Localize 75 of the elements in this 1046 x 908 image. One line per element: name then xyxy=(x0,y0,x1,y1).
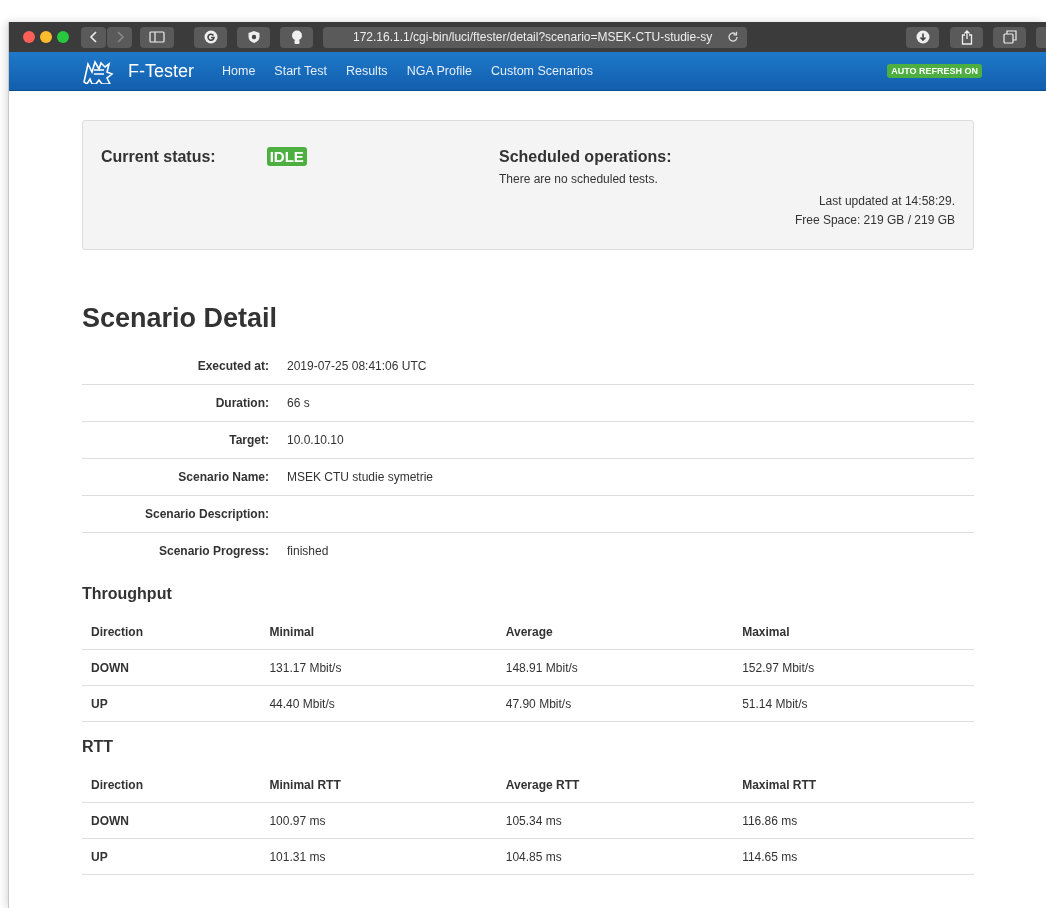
table-cell: 101.31 ms xyxy=(269,849,326,864)
status-badge: IDLE xyxy=(266,147,307,166)
column-header: Maximal RTT xyxy=(742,777,817,792)
table-cell: 51.14 Mbit/s xyxy=(742,696,808,711)
status-label: Current status: xyxy=(101,148,216,166)
column-header: Direction xyxy=(91,624,143,639)
nav-link[interactable]: NGA Profile xyxy=(406,64,472,78)
detail-label: Duration: xyxy=(214,396,269,410)
close-icon[interactable] xyxy=(23,31,35,43)
column-header: Average xyxy=(505,624,553,639)
detail-label: Target: xyxy=(228,433,269,447)
free-space-text: Free Space: 219 GB / 219 GB xyxy=(794,213,955,227)
address-bar[interactable]: 172.16.1.1/cgi-bin/luci/ftester/detail?scenario=MSEK-CTU-studie-sy xyxy=(323,26,747,48)
minimize-icon[interactable] xyxy=(40,31,52,43)
section-title: Throughput xyxy=(82,585,173,603)
detail-label: Scenario Description: xyxy=(143,507,269,521)
zoom-icon[interactable] xyxy=(57,31,69,43)
sidebar-icon xyxy=(149,31,165,43)
lightbulb-icon xyxy=(290,29,303,45)
table-cell: 47.90 Mbit/s xyxy=(505,696,572,711)
download-icon xyxy=(915,30,930,44)
back-button[interactable] xyxy=(81,26,106,48)
detail-value: finished xyxy=(287,544,329,558)
column-header: Maximal xyxy=(742,624,790,639)
detail-value: 10.0.10.10 xyxy=(287,433,344,447)
extension-button[interactable] xyxy=(280,26,313,48)
section-title: RTT xyxy=(82,738,115,756)
auto-refresh-badge: AUTO REFRESH ON xyxy=(887,64,982,78)
detail-value: MSEK CTU studie symetrie xyxy=(287,470,434,484)
detail-label: Scenario Progress: xyxy=(157,544,269,558)
reload-icon[interactable] xyxy=(727,31,739,43)
table-cell: 105.34 ms xyxy=(505,813,562,828)
table-cell: UP xyxy=(91,849,108,864)
nav-link[interactable]: Custom Scenarios xyxy=(490,64,594,78)
scheduled-title: Scheduled operations: xyxy=(499,148,673,166)
detail-value: 2019-07-25 08:41:06 UTC xyxy=(287,359,427,373)
page-title: Scenario Detail xyxy=(82,303,279,334)
table-cell: 100.97 ms xyxy=(269,813,326,828)
shield-icon xyxy=(246,30,261,44)
table-cell: 114.65 ms xyxy=(742,849,798,864)
table-cell: DOWN xyxy=(91,660,129,675)
circle-g-icon xyxy=(203,30,218,44)
nav-link[interactable]: Start Test xyxy=(274,64,327,78)
detail-value: 66 s xyxy=(287,396,310,410)
tabs-button[interactable] xyxy=(993,26,1026,48)
detail-label: Executed at: xyxy=(196,359,269,373)
last-updated-text: Last updated at 14:58:29. xyxy=(818,194,955,208)
table-cell: 131.17 Mbit/s xyxy=(269,660,342,675)
table-cell: 44.40 Mbit/s xyxy=(269,696,335,711)
column-header: Minimal RTT xyxy=(269,777,341,792)
table-cell: 152.97 Mbit/s xyxy=(742,660,815,675)
column-header: Average RTT xyxy=(505,777,580,792)
column-header: Direction xyxy=(91,777,143,792)
nav-link[interactable]: Home xyxy=(222,64,256,78)
downloads-button[interactable] xyxy=(906,26,939,48)
column-header: Minimal xyxy=(269,624,315,639)
table-cell: 116.86 ms xyxy=(742,813,798,828)
table-cell: DOWN xyxy=(91,813,129,828)
chevron-left-icon xyxy=(88,31,99,43)
extension-button[interactable] xyxy=(237,26,270,48)
extension-button[interactable] xyxy=(194,26,227,48)
brand-name[interactable]: F-Tester xyxy=(128,60,194,82)
tabs-icon xyxy=(1002,30,1017,44)
detail-label: Scenario Name: xyxy=(177,470,269,484)
nav-link[interactable]: Results xyxy=(345,64,388,78)
share-icon xyxy=(960,29,973,45)
table-cell: 148.91 Mbit/s xyxy=(505,660,578,675)
url-text: 172.16.1.1/cgi-bin/luci/ftester/detail?scenario=MSEK-CTU-studie-sy xyxy=(353,30,713,44)
table-cell: UP xyxy=(91,696,108,711)
table-cell: 104.85 ms xyxy=(505,849,562,864)
sidebar-button[interactable] xyxy=(140,26,174,48)
chevron-right-icon xyxy=(114,31,125,43)
scheduled-text: There are no scheduled tests. xyxy=(499,172,659,186)
share-button[interactable] xyxy=(950,26,983,48)
forward-button[interactable] xyxy=(107,26,132,48)
